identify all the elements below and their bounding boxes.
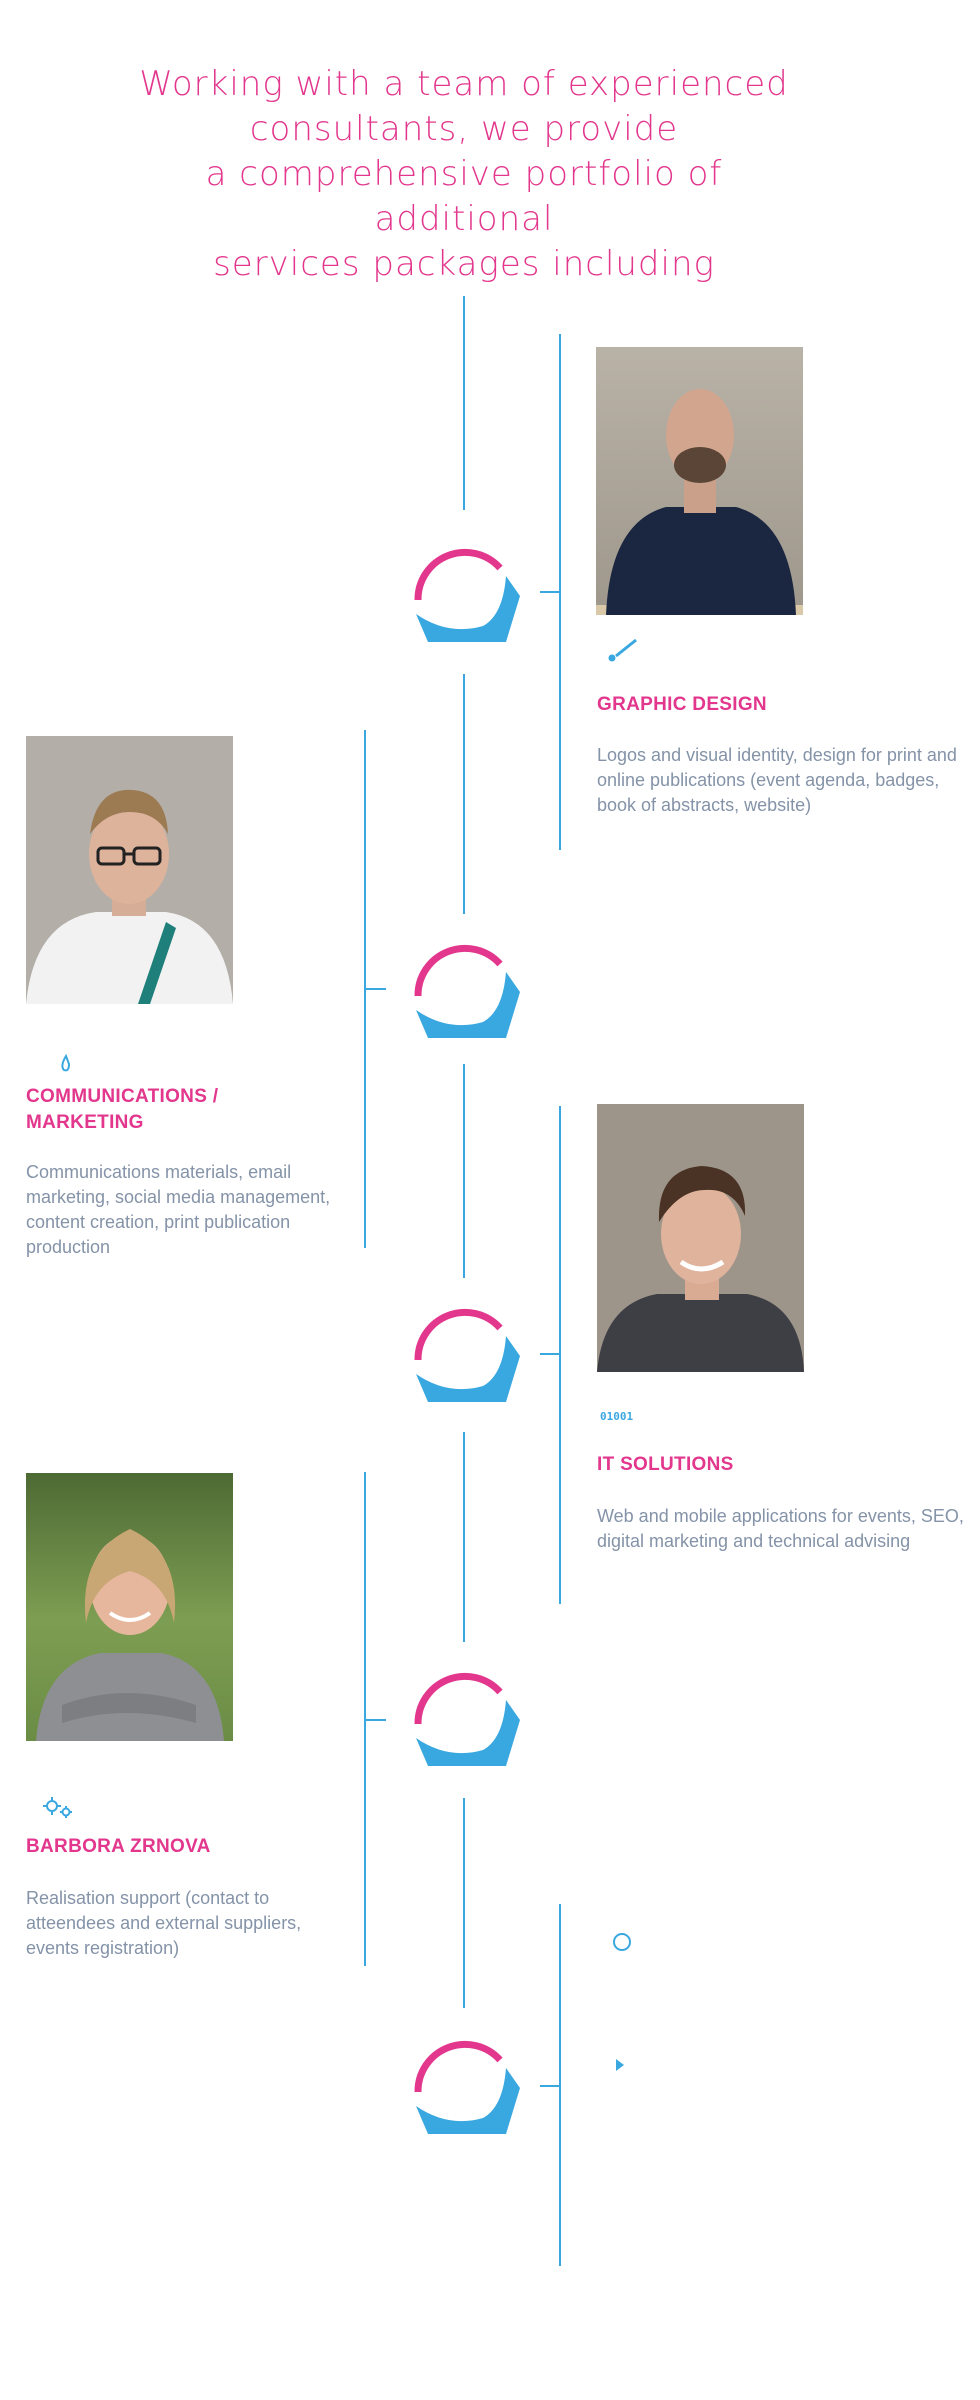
droplet-icon bbox=[58, 1050, 98, 1080]
intro-line: services packages including bbox=[213, 244, 715, 284]
service-title: IT SOLUTIONS bbox=[597, 1454, 734, 1475]
service-description: Web and mobile applications for events, … bbox=[597, 1506, 964, 1551]
pen-icon bbox=[604, 636, 644, 666]
service-title: BARBORA ZRNOVA bbox=[26, 1836, 211, 1857]
intro-line: a comprehensive portfolio of additional bbox=[205, 154, 723, 239]
timeline-node-icon bbox=[414, 2040, 520, 2134]
timeline-segment bbox=[463, 674, 465, 914]
service-title: GRAPHIC DESIGN bbox=[597, 694, 767, 715]
binary-icon: 01001 bbox=[600, 1408, 640, 1438]
timeline-segment bbox=[463, 1798, 465, 2008]
service-description: Logos and visual identity, design for pr… bbox=[597, 745, 957, 815]
timeline-segment bbox=[463, 1432, 465, 1642]
timeline-node-icon bbox=[414, 944, 520, 1038]
binary-icon-text: 01001 bbox=[600, 1410, 634, 1423]
intro-heading: Working with a team of experienced consu… bbox=[130, 62, 798, 287]
intro-line: consultants, we provide bbox=[249, 109, 679, 149]
service-description: Realisation support (contact to atteende… bbox=[26, 1888, 302, 1958]
service-title: COMMUNICATIONS / MARKETING bbox=[26, 1086, 219, 1133]
timeline-node-icon bbox=[414, 1308, 520, 1402]
team-photo bbox=[596, 347, 803, 615]
service-description: Communications materials, email marketin… bbox=[26, 1162, 331, 1257]
play-icon bbox=[616, 2059, 624, 2071]
bracket-connector bbox=[364, 1719, 386, 1721]
bracket-connector bbox=[540, 1353, 561, 1355]
team-photo bbox=[26, 736, 233, 1004]
team-photo bbox=[26, 1473, 233, 1741]
bracket-connector bbox=[364, 988, 386, 990]
timeline-segment bbox=[463, 1064, 465, 1278]
intro-line: Working with a team of experienced bbox=[139, 64, 789, 104]
team-photo bbox=[597, 1104, 804, 1372]
timeline-node-icon bbox=[414, 1672, 520, 1766]
bracket-line bbox=[559, 1106, 561, 1604]
bracket-connector bbox=[540, 2085, 561, 2087]
gears-icon bbox=[40, 1794, 80, 1824]
timeline-segment bbox=[463, 296, 465, 510]
bracket-connector bbox=[540, 591, 561, 593]
timeline-node-icon bbox=[414, 548, 520, 642]
circle-icon bbox=[613, 1933, 631, 1951]
